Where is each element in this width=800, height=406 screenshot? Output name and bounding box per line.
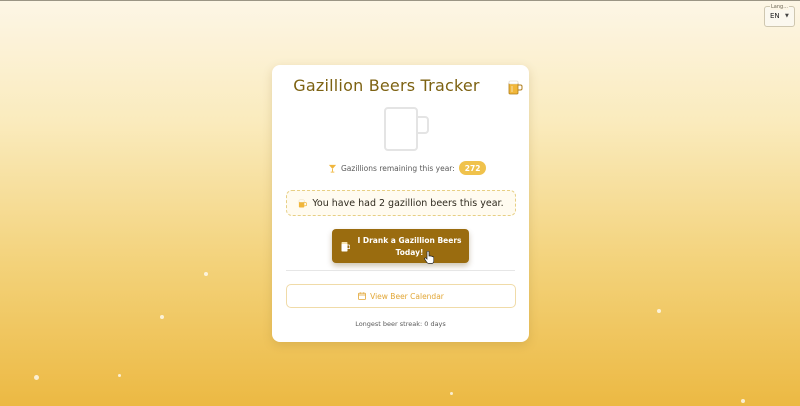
view-calendar-button[interactable]: View Beer Calendar [286,284,516,308]
calendar-icon [358,292,367,300]
beer-glass-icon [341,242,350,252]
remaining-row: Gazillions remaining this year: 272 [328,160,487,176]
cocktail-glass-icon [328,164,337,173]
window-top-border [0,0,800,1]
language-selected-value[interactable]: EN [770,12,780,20]
view-calendar-label: View Beer Calendar [370,291,444,301]
bubble [118,374,121,377]
chevron-down-icon[interactable]: ▼ [785,13,789,19]
bubble [450,392,453,395]
bubble [741,399,745,403]
language-label: Lang... [770,4,789,10]
remaining-label: Gazillions remaining this year: [341,163,455,173]
bubble [160,315,164,319]
remaining-count-badge: 272 [458,161,487,175]
page-title: Gazillion Beers Tracker [293,76,480,95]
bubble [657,309,661,313]
beers-had-alert: You have had 2 gazillion beers this year… [286,190,516,216]
beer-icon [299,199,308,208]
beers-had-message: You have had 2 gazillion beers this year… [312,197,504,209]
longest-streak-text: Longest beer streak: 0 days [355,320,446,328]
bubble [204,272,208,276]
divider [286,270,515,271]
empty-mug-icon [384,107,429,151]
beer-mug-icon [508,80,523,95]
drank-beers-button[interactable]: I Drank a Gazillion Beers Today! [332,229,469,263]
hand-pointer-cursor-icon [424,251,434,264]
drank-beers-button-label: I Drank a Gazillion Beers Today! [357,236,462,257]
bubble [34,375,39,380]
